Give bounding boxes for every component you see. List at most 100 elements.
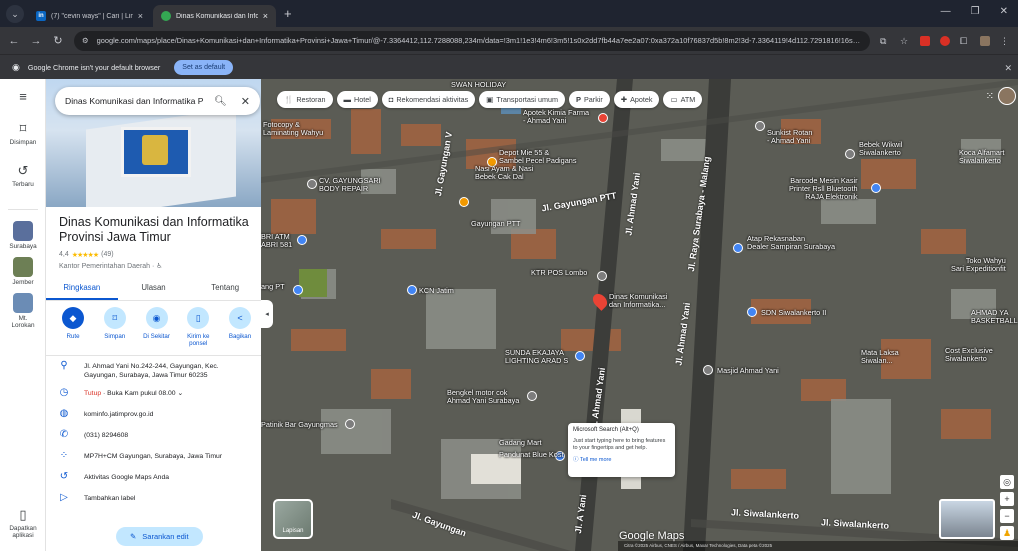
place-pin-icon[interactable] (527, 391, 537, 401)
chip-hotels[interactable]: ▬ Hotel (336, 91, 378, 108)
poi-label[interactable]: KCN Jatim (419, 287, 454, 295)
atm-pin-icon[interactable] (297, 235, 307, 245)
place-pin-icon[interactable] (755, 121, 765, 131)
poi-label[interactable]: Masjid Ahmad Yani (717, 367, 779, 375)
new-tab-button[interactable]: + (284, 6, 292, 21)
restaurant-pin-icon[interactable] (459, 197, 469, 207)
poi-label[interactable]: Mata Laksa Siwalan... (861, 349, 899, 365)
site-info-icon[interactable]: ⚙ (82, 36, 89, 45)
poi-label[interactable]: Gayungan PTT (471, 220, 520, 228)
close-tab-icon[interactable]: × (138, 11, 143, 21)
tab-maps[interactable]: Dinas Komunikasi dan Informatika × (153, 5, 276, 27)
place-pin-icon[interactable] (345, 419, 355, 429)
star-icon[interactable]: ☆ (900, 36, 910, 46)
mosque-pin-icon[interactable] (703, 365, 713, 375)
chip-things-to-do[interactable]: ◘ Rekomendasi aktivitas (381, 91, 476, 108)
search-icon[interactable]: 🔍︎ (214, 96, 227, 107)
collapse-panel-button[interactable]: ◂ (261, 300, 273, 328)
rating-row[interactable]: 4,4 ★★★★★ (49) (59, 251, 114, 259)
satellite-map[interactable]: 🍴 Restoran ▬ Hotel ◘ Rekomendasi aktivitas … (261, 79, 1018, 551)
account-avatar[interactable] (998, 87, 1016, 105)
poi-label[interactable]: Barcode Mesin Kasir Printer Rsll Bluetoo… (789, 177, 858, 201)
profile-avatar[interactable] (980, 35, 990, 46)
poi-label[interactable]: Depot Mie 55 & Sambel Pecel Padigans (499, 149, 576, 165)
tab-overview[interactable]: Ringkasan (46, 279, 118, 300)
suggest-edit-button[interactable]: ✎ Sarankan edit (116, 527, 203, 546)
cast-icon[interactable]: ⧉ (880, 36, 890, 46)
pharmacy-pin-icon[interactable] (598, 113, 608, 123)
place-pin-icon[interactable] (845, 149, 855, 159)
plus-code-row[interactable]: ⁘ MP7H+CM Gayungan, Surabaya, Jawa Timur (46, 451, 261, 471)
poi-label[interactable]: ang PT (261, 283, 285, 291)
school-pin-icon[interactable] (747, 307, 757, 317)
place-pin-icon[interactable] (597, 271, 607, 281)
poi-label[interactable]: Patinik Bar Gayungmas (261, 421, 338, 429)
back-icon[interactable]: ← (8, 35, 20, 47)
recent-place-surabaya[interactable]: Surabaya (0, 221, 46, 250)
poi-label[interactable]: Koca Alfamart Siwalankerto (959, 149, 1004, 165)
tab-search-icon[interactable]: ⌄ (6, 5, 24, 23)
extension-icon[interactable] (920, 35, 930, 46)
extensions-puzzle-icon[interactable]: ⧠ (960, 36, 970, 46)
phone-row[interactable]: ✆ (031) 8294608 (46, 430, 261, 450)
apps-grid-icon[interactable]: ⁙ (986, 91, 994, 102)
get-app-button[interactable]: ▯ Dapatkan aplikasi (0, 507, 46, 539)
hours-row[interactable]: ◷ Tutup · Buka Kam pukul 08.00 ⌄ (46, 388, 261, 408)
poi-label[interactable]: BRI ATM ABRI 581 (261, 233, 292, 249)
poi-label[interactable]: SWAN HOLIDAY (451, 81, 506, 89)
nearby-button[interactable]: ◉ Di Sekitar (138, 307, 176, 347)
my-location-icon[interactable]: ◎ (1000, 475, 1014, 489)
add-label-row[interactable]: ▷ Tambahkan label (46, 493, 261, 513)
recent-place-jember[interactable]: Jember (0, 257, 46, 286)
poi-label[interactable]: Bebek Wikwil Siwalankerto (859, 141, 902, 157)
close-icon[interactable]: ✕ (241, 95, 250, 108)
poi-label[interactable]: SUNDA EKAJAYA LIGHTING ARAD S (505, 349, 568, 365)
directions-button[interactable]: ◆ Rute (54, 307, 92, 347)
place-category[interactable]: Kantor Pemerintahan Daerah · ♿ (59, 262, 163, 270)
address-row[interactable]: ⚲ Jl. Ahmad Yani No.242-244, Gayungan, Ke… (46, 361, 261, 387)
close-window-icon[interactable]: ✕ (1000, 6, 1008, 17)
poi-label[interactable]: Sunkist Rotan - Ahmad Yani (767, 129, 812, 145)
chevron-down-icon[interactable]: ⌄ (176, 390, 183, 397)
chip-pharmacy[interactable]: ✚ Apotek (613, 91, 660, 108)
menu-icon[interactable]: ⋮ (1000, 36, 1010, 46)
website-row[interactable]: ◍ kominfo.jatimprov.go.id (46, 409, 261, 429)
close-infobar-icon[interactable]: ✕ (1004, 63, 1012, 74)
zoom-out-button[interactable]: − (1000, 509, 1014, 523)
reload-icon[interactable]: ↻ (52, 34, 64, 47)
zoom-in-button[interactable]: + (1000, 492, 1014, 506)
save-button[interactable]: ⌑ Simpan (96, 307, 134, 347)
poi-label[interactable]: Apotek Kimia Farma - Ahmad Yani (523, 109, 589, 125)
shop-pin-icon[interactable] (733, 243, 743, 253)
chip-transit[interactable]: ▣ Transportasi umum (479, 91, 565, 108)
search-input[interactable]: Dinas Komunikasi dan Informatika P (65, 96, 206, 106)
share-button[interactable]: < Bagikan (221, 307, 259, 347)
chip-restaurants[interactable]: 🍴 Restoran (277, 91, 333, 108)
selected-place-label[interactable]: Dinas Komunikasi dan Informatika... (609, 293, 667, 309)
place-pin-icon[interactable] (407, 285, 417, 295)
tab-about[interactable]: Tentang (189, 279, 261, 300)
search-box[interactable]: Dinas Komunikasi dan Informatika P 🔍︎ ✕ (55, 87, 260, 115)
set-default-button[interactable]: Set as default (174, 59, 234, 75)
poi-label[interactable]: KTR POS Lombo (531, 269, 587, 277)
review-count[interactable]: (49) (101, 251, 113, 259)
menu-button[interactable]: ≡ (0, 89, 46, 106)
place-pin-icon[interactable] (293, 285, 303, 295)
saved-button[interactable]: ⌑ Disimpan (0, 121, 46, 146)
shop-pin-icon[interactable] (871, 183, 881, 193)
pegman-icon[interactable]: ♟ (1000, 526, 1014, 540)
tab-linkedin[interactable]: in (7) "cevin ways" | Cari | LinkedIn × (28, 5, 151, 27)
activity-row[interactable]: ↺ Aktivitas Google Maps Anda (46, 472, 261, 492)
poi-label[interactable]: Gadang Mart (499, 439, 542, 447)
maximize-icon[interactable]: ❐ (971, 6, 980, 17)
poi-label[interactable]: Fotocopy & Laminating Wahyu (263, 121, 323, 137)
send-to-phone-button[interactable]: ▯ Kirim ke ponsel (179, 307, 217, 347)
minimize-icon[interactable]: — (941, 6, 951, 17)
poi-label[interactable]: SDN Siwalankerto II (761, 309, 826, 317)
place-pin-icon[interactable] (307, 179, 317, 189)
poi-label[interactable]: Nasi Ayam & Nasi Bebek Cak Dal (475, 165, 533, 181)
poi-label[interactable]: Bengkel motor cok Ahmad Yani Surabaya (447, 389, 519, 405)
close-tab-icon[interactable]: × (263, 11, 268, 21)
recent-button[interactable]: ↺ Terbaru (0, 163, 46, 188)
extension-icon[interactable] (940, 35, 950, 46)
